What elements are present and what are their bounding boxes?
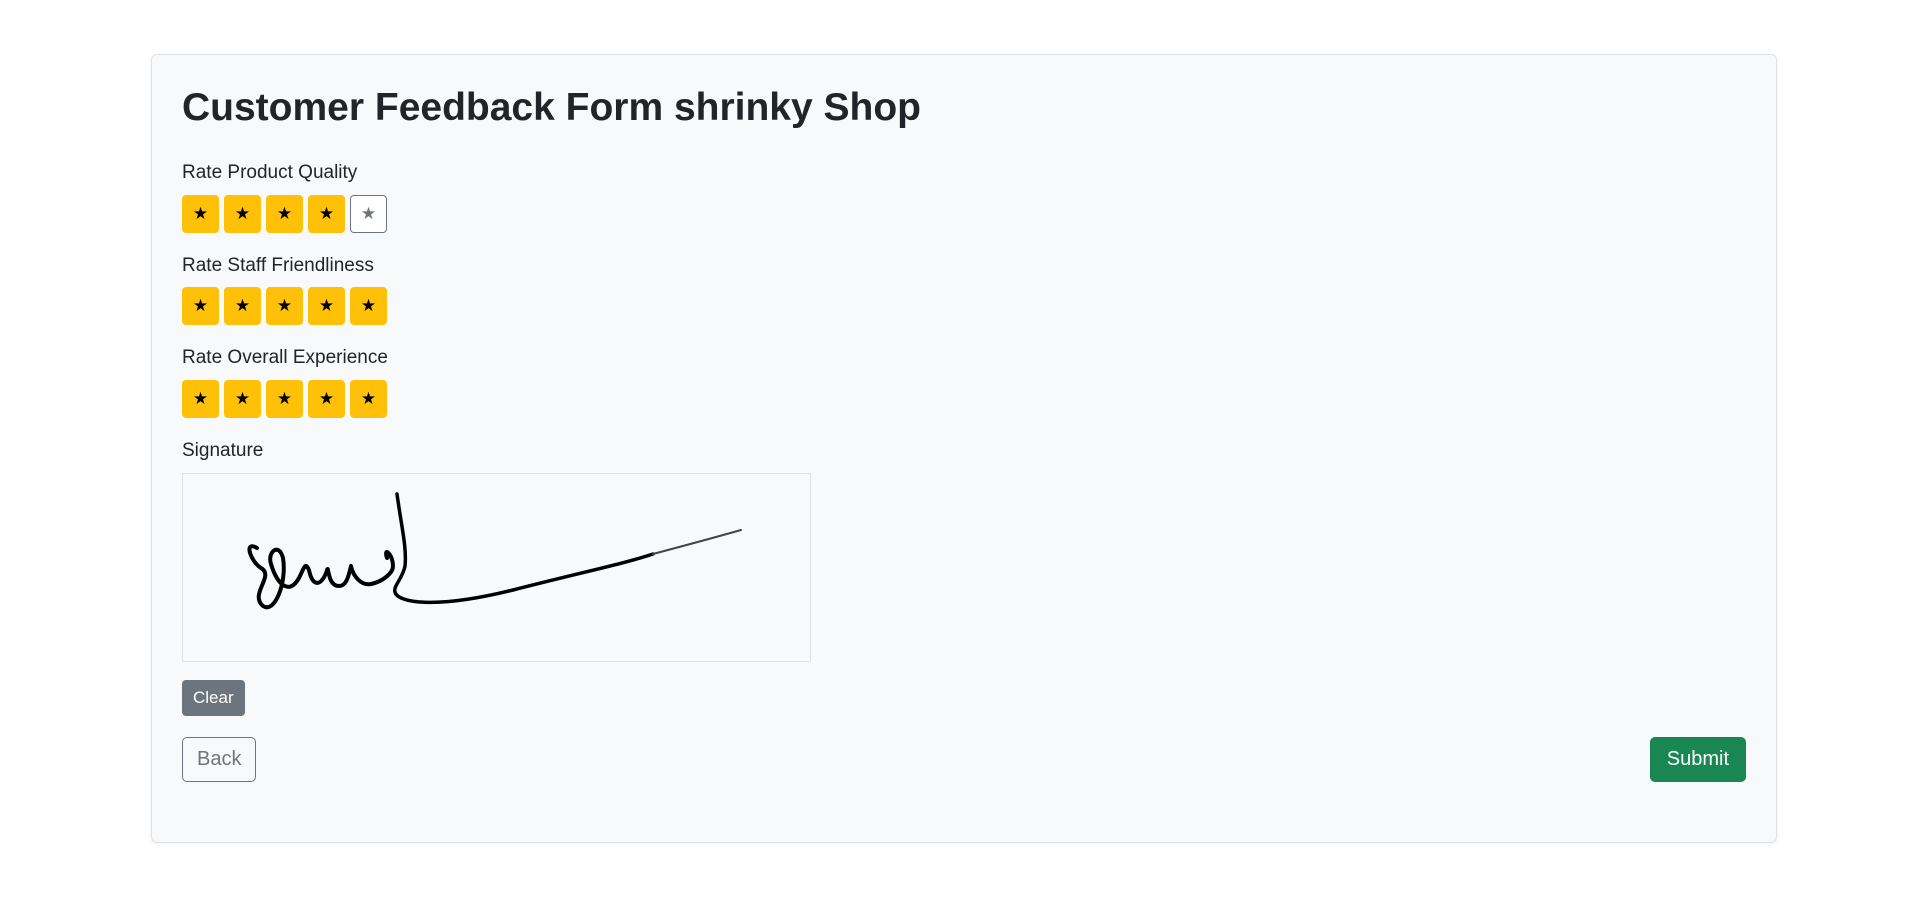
star-rating: ★ ★ ★ ★ ★ (182, 380, 1746, 419)
rating-staff-friendliness: Rate Staff Friendliness ★ ★ ★ ★ ★ (182, 255, 1746, 326)
star-rating: ★ ★ ★ ★ ★ (182, 287, 1746, 326)
signature-label: Signature (182, 440, 264, 462)
clear-button[interactable]: Clear (182, 679, 245, 716)
page-title: Customer Feedback Form shrinky Shop (182, 86, 922, 129)
submit-button[interactable]: Submit (1649, 736, 1746, 782)
back-button[interactable]: Back (182, 736, 257, 782)
feedback-card: Customer Feedback Form shrinky Shop Rate… (151, 54, 1777, 843)
star-2-button[interactable]: ★ (224, 194, 261, 233)
star-2-button[interactable]: ★ (224, 380, 261, 419)
form-actions: Back Submit (182, 736, 1746, 782)
star-1-button[interactable]: ★ (182, 194, 219, 233)
star-3-button[interactable]: ★ (266, 380, 303, 419)
rating-label: Rate Staff Friendliness (182, 254, 374, 276)
signature-drawing (247, 492, 742, 610)
star-2-button[interactable]: ★ (224, 287, 261, 326)
rating-product-quality: Rate Product Quality ★ ★ ★ ★ ★ (182, 162, 1746, 233)
star-4-button[interactable]: ★ (308, 380, 345, 419)
star-3-button[interactable]: ★ (266, 194, 303, 233)
rating-label: Rate Overall Experience (182, 347, 388, 369)
star-1-button[interactable]: ★ (182, 380, 219, 419)
signature-pad[interactable] (182, 472, 811, 662)
star-1-button[interactable]: ★ (182, 287, 219, 326)
star-4-button[interactable]: ★ (308, 194, 345, 233)
rating-label: Rate Product Quality (182, 161, 358, 183)
star-5-button[interactable]: ★ (350, 194, 387, 233)
star-4-button[interactable]: ★ (308, 287, 345, 326)
star-5-button[interactable]: ★ (350, 287, 387, 326)
star-5-button[interactable]: ★ (350, 380, 387, 419)
star-rating: ★ ★ ★ ★ ★ (182, 194, 1746, 233)
rating-overall-experience: Rate Overall Experience ★ ★ ★ ★ ★ (182, 347, 1746, 419)
star-3-button[interactable]: ★ (266, 287, 303, 326)
